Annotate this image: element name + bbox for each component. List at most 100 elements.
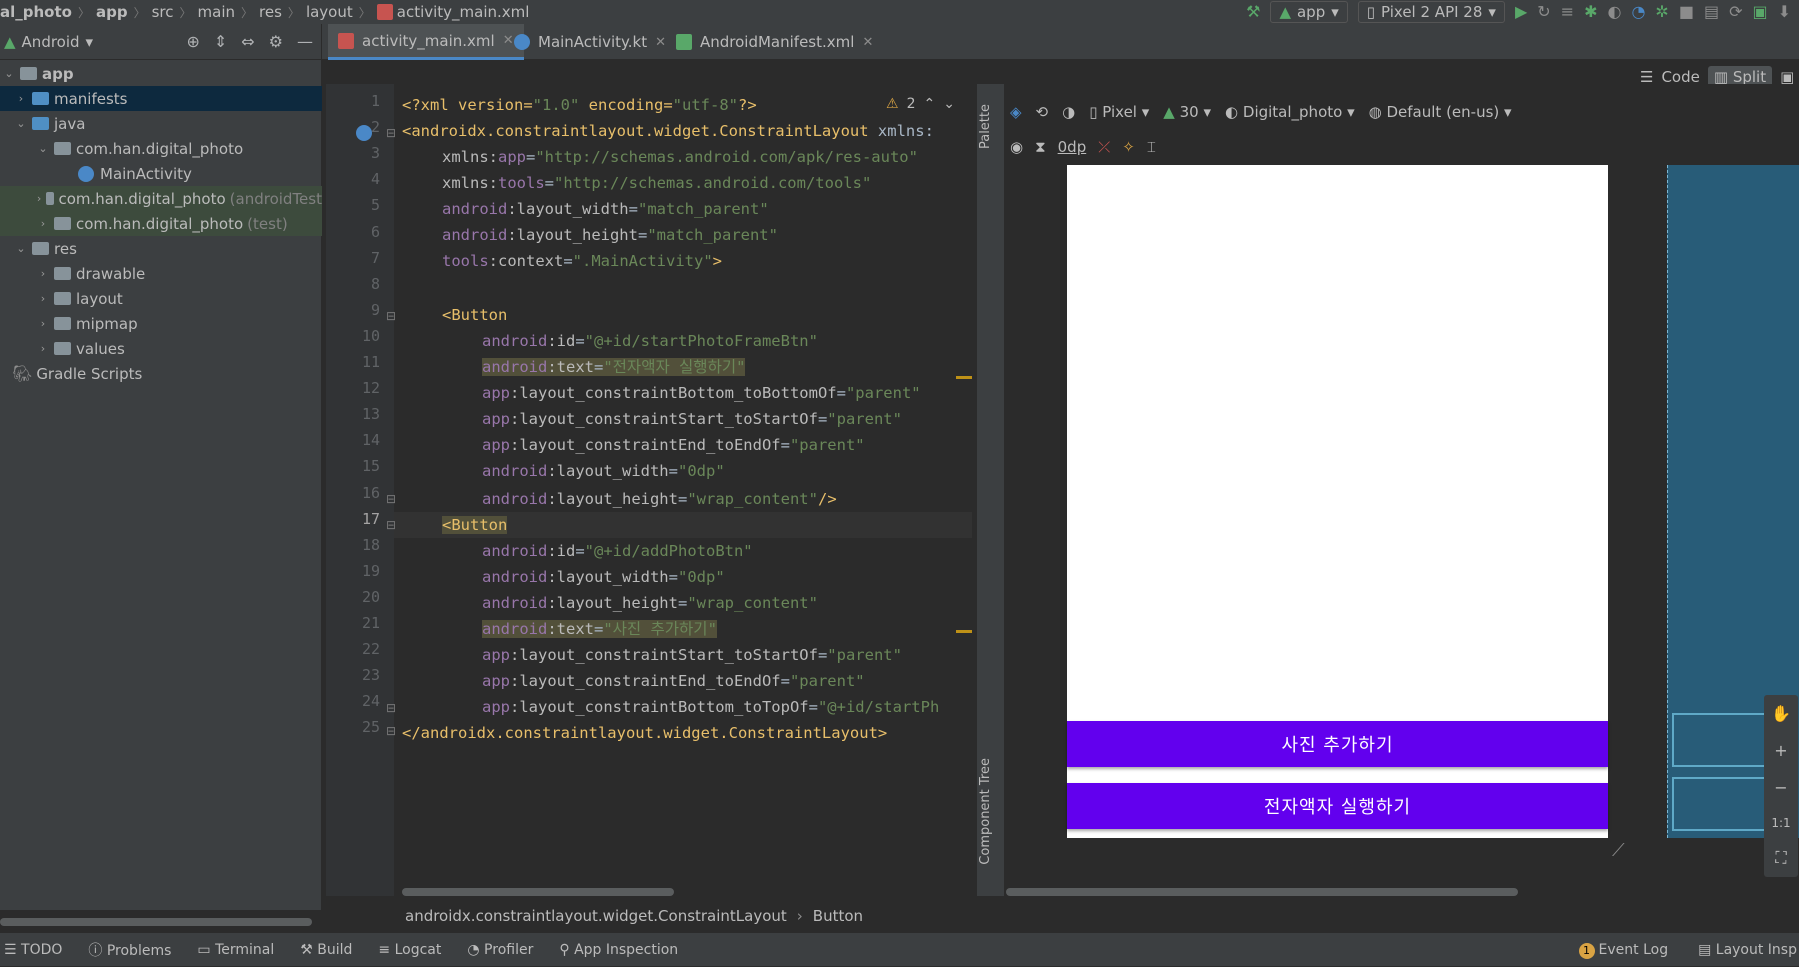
fold-icon[interactable]: ⊟	[386, 701, 396, 715]
run-config-select[interactable]: ▲ app ▾	[1270, 1, 1348, 23]
zoom-in-icon[interactable]: +	[1774, 741, 1787, 760]
fold-icon[interactable]: ⊟	[386, 309, 396, 323]
locale-dropdown[interactable]: ◍ Default (en-us) ▾	[1369, 103, 1512, 121]
chevron-right-icon[interactable]: ›	[36, 292, 50, 305]
chevron-down-icon[interactable]: ⌄	[36, 142, 50, 155]
chevron-right-icon[interactable]: ›	[14, 92, 28, 105]
tree-item-res[interactable]: ⌄ res	[0, 236, 322, 261]
design-scrollbar[interactable]	[1006, 888, 1518, 896]
build-tab[interactable]: ⚒ Build	[300, 942, 352, 958]
layers-icon[interactable]: ◈	[1010, 103, 1022, 121]
clear-constraints-icon[interactable]: ⤫	[1098, 138, 1110, 156]
blueprint-start-frame-button[interactable]	[1672, 777, 1772, 831]
path-item-constraintlayout[interactable]: androidx.constraintlayout.widget.Constra…	[405, 907, 787, 925]
tree-item-androidtest[interactable]: › com.han.digital_photo (androidTest	[0, 186, 322, 211]
chevron-down-icon[interactable]: ⌄	[2, 67, 16, 80]
kotlin-class-gutter-icon[interactable]	[356, 125, 372, 141]
sync-icon[interactable]: ⟳	[1729, 4, 1742, 20]
chevron-right-icon[interactable]: ›	[36, 317, 50, 330]
chevron-right-icon[interactable]: ›	[36, 192, 42, 205]
chevron-down-icon[interactable]: ⌄	[943, 96, 955, 112]
path-item-button[interactable]: Button	[813, 907, 863, 925]
inspection-widget[interactable]: ⚠ 2 ⌃ ⌄	[886, 96, 955, 112]
editor-scrollbar[interactable]	[402, 888, 674, 896]
breadcrumb-module[interactable]: app	[96, 3, 128, 21]
theme-dropdown[interactable]: ◐ Digital_photo ▾	[1225, 103, 1355, 121]
profiler-icon[interactable]: ◔	[1631, 4, 1645, 20]
pan-icon[interactable]: ✋	[1771, 704, 1791, 723]
fold-icon[interactable]: ⊟	[386, 724, 396, 738]
minimize-icon[interactable]: —	[297, 32, 313, 51]
component-tree-tab[interactable]: Component Tree	[978, 758, 993, 865]
gear-icon[interactable]: ⚙	[269, 32, 283, 51]
layout-inspector-tab[interactable]: ▤ Layout Insp	[1698, 942, 1797, 958]
autoconnect-icon[interactable]: ⧗	[1035, 138, 1046, 156]
tree-item-values[interactable]: › values	[0, 336, 322, 361]
eye-icon[interactable]: ◉	[1010, 138, 1023, 156]
breadcrumb-main[interactable]: main	[198, 3, 235, 21]
chevron-down-icon[interactable]: ⌄	[14, 117, 28, 130]
blueprint-add-photo-button[interactable]	[1672, 713, 1772, 767]
warning-marker[interactable]	[956, 376, 972, 379]
device-select[interactable]: ▯ Pixel 2 API 28 ▾	[1357, 1, 1505, 23]
fold-icon[interactable]: ⊟	[386, 126, 396, 140]
close-icon[interactable]: ✕	[862, 35, 873, 50]
locate-icon[interactable]: ⊕	[186, 32, 199, 51]
expand-all-icon[interactable]: ⇕	[214, 32, 227, 51]
fold-icon[interactable]: ⊟	[386, 492, 396, 506]
chevron-right-icon[interactable]: ›	[36, 267, 50, 280]
tree-item-drawable[interactable]: › drawable	[0, 261, 322, 286]
apply-code-icon[interactable]: ≡	[1561, 4, 1574, 20]
tree-item-mipmap[interactable]: › mipmap	[0, 311, 322, 336]
tab-android-manifest[interactable]: AndroidManifest.xml ✕	[666, 24, 883, 60]
device-dropdown[interactable]: ▯ Pixel ▾	[1089, 103, 1149, 121]
zoom-fit-icon[interactable]: ⛶	[1775, 848, 1786, 868]
api-dropdown[interactable]: ▲ 30 ▾	[1163, 103, 1211, 121]
tab-main-activity[interactable]: MainActivity.kt ✕	[504, 24, 676, 60]
app-inspection-tab[interactable]: ⚲ App Inspection	[559, 942, 678, 958]
chevron-up-icon[interactable]: ⌃	[923, 96, 935, 112]
chevron-right-icon[interactable]: ›	[36, 342, 50, 355]
tree-item-mainactivity[interactable]: MainActivity	[0, 161, 322, 186]
project-view-select[interactable]: Android	[22, 33, 80, 51]
orientation-icon[interactable]: ⟲	[1036, 103, 1049, 121]
run-icon[interactable]: ▶	[1515, 4, 1527, 20]
terminal-tab[interactable]: ▭ Terminal	[197, 942, 274, 958]
debug-icon[interactable]: ✱	[1584, 4, 1597, 20]
problems-tab[interactable]: ⓘ Problems	[88, 940, 171, 960]
breadcrumb-src[interactable]: src	[152, 3, 174, 21]
tree-scrollbar[interactable]	[0, 918, 312, 926]
chevron-right-icon[interactable]: ›	[36, 217, 50, 230]
avd-manager-icon[interactable]: ▣	[1752, 4, 1767, 20]
zoom-actual-size-button[interactable]: 1:1	[1771, 816, 1790, 830]
logcat-tab[interactable]: ≡ Logcat	[378, 942, 441, 958]
project-structure-icon[interactable]: ▤	[1704, 4, 1719, 20]
palette-tab[interactable]: Palette	[978, 104, 993, 149]
tree-item-manifests[interactable]: › manifests	[0, 86, 322, 111]
todo-tab[interactable]: ☰ TODO	[4, 942, 62, 958]
tree-item-app[interactable]: ⌄ app	[0, 61, 322, 86]
chevron-down-icon[interactable]: ⌄	[14, 242, 28, 255]
apply-changes-icon[interactable]: ↻	[1537, 4, 1550, 20]
attach-debugger-icon[interactable]: ✲	[1655, 4, 1668, 20]
breadcrumb-layout[interactable]: layout	[306, 3, 353, 21]
chevron-down-icon[interactable]: ▾	[86, 33, 94, 51]
breadcrumb-res[interactable]: res	[259, 3, 282, 21]
sdk-manager-icon[interactable]: ⬇	[1778, 4, 1791, 20]
phone-preview[interactable]: 사진 추가하기 전자액자 실행하기	[1067, 165, 1608, 838]
event-log-tab[interactable]: 1 Event Log	[1578, 942, 1668, 959]
night-mode-icon[interactable]: ◑	[1062, 103, 1075, 121]
warning-marker[interactable]	[956, 630, 972, 633]
tree-item-package[interactable]: ⌄ com.han.digital_photo	[0, 136, 322, 161]
collapse-all-icon[interactable]: ⇔	[241, 32, 254, 51]
tree-item-layout[interactable]: › layout	[0, 286, 322, 311]
infer-constraints-icon[interactable]: ✧	[1122, 138, 1135, 156]
start-photo-frame-button[interactable]: 전자액자 실행하기	[1067, 783, 1608, 829]
default-margin-field[interactable]: 0dp	[1058, 138, 1087, 156]
tree-item-java[interactable]: ⌄ java	[0, 111, 322, 136]
profiler-tab[interactable]: ◔ Profiler	[467, 942, 533, 958]
zoom-out-icon[interactable]: −	[1774, 778, 1787, 797]
coverage-icon[interactable]: ◐	[1607, 4, 1621, 20]
breadcrumb-project[interactable]: al_photo	[0, 3, 72, 21]
resize-handle-icon[interactable]: ⟋	[1612, 840, 1625, 861]
